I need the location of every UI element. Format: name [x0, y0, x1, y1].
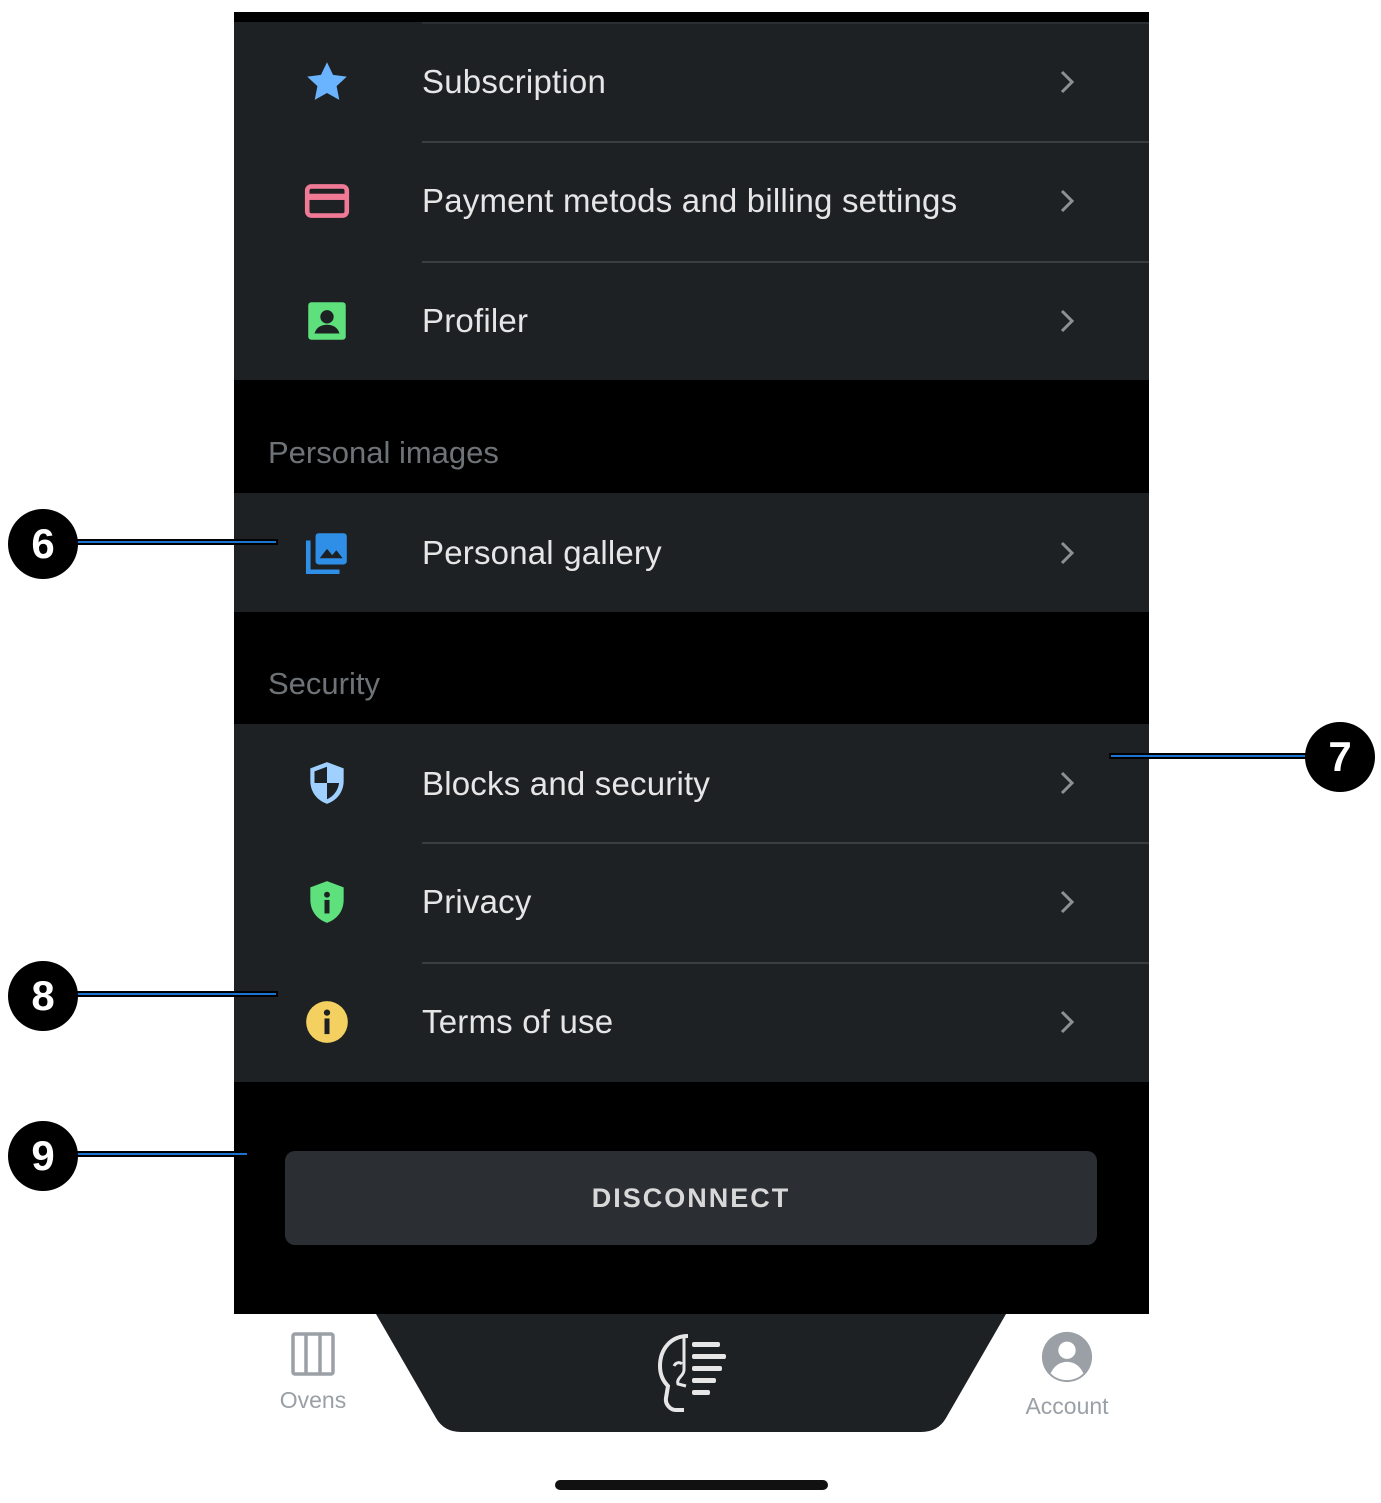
- star-icon: [302, 57, 352, 107]
- credit-card-icon: [302, 176, 352, 226]
- menu-item-label: Terms of use: [422, 1003, 614, 1040]
- menu-item-label: Payment metods and billing settings: [422, 182, 958, 219]
- security-group: Blocks and security Privacy Terms of use: [234, 724, 1149, 1082]
- menu-item-payment[interactable]: Payment metods and billing settings: [234, 141, 1149, 261]
- chevron-right-icon: [1054, 538, 1080, 568]
- shield-icon: [302, 758, 352, 808]
- tab-account[interactable]: Account: [997, 1330, 1137, 1420]
- menu-item-profiler[interactable]: Profiler: [234, 261, 1149, 381]
- chevron-right-icon: [1054, 887, 1080, 917]
- chevron-right-icon: [1054, 186, 1080, 216]
- callout-badge: 6: [8, 509, 78, 579]
- info-icon: [302, 997, 352, 1047]
- divider: [422, 261, 1149, 263]
- menu-item-personal-gallery[interactable]: Personal gallery: [234, 493, 1149, 612]
- home-indicator: [555, 1480, 828, 1490]
- chevron-right-icon: [1054, 1007, 1080, 1037]
- menu-item-label: Profiler: [422, 302, 529, 339]
- account-settings-group: Subscription Payment metods and billing …: [234, 22, 1149, 380]
- callout-badge: 8: [8, 961, 78, 1031]
- account-icon: [1039, 1330, 1095, 1384]
- menu-item-label: Personal gallery: [422, 534, 662, 571]
- tab-account-label: Account: [1025, 1393, 1109, 1419]
- account-screen: Subscription Payment metods and billing …: [234, 12, 1149, 1314]
- menu-item-privacy[interactable]: Privacy: [234, 842, 1149, 962]
- section-header-personal-images: Personal images: [268, 435, 499, 470]
- app-logo-icon: [652, 1330, 732, 1416]
- tab-ovens-label: Ovens: [279, 1387, 347, 1413]
- callout-line: [1109, 753, 1309, 759]
- callout-badge: 9: [8, 1121, 78, 1191]
- tab-ovens[interactable]: Ovens: [243, 1330, 383, 1414]
- disconnect-button[interactable]: DISCONNECT: [285, 1151, 1097, 1245]
- callout-line: [72, 539, 278, 545]
- chevron-right-icon: [1054, 306, 1080, 336]
- ovens-icon: [289, 1330, 337, 1378]
- callout-line: [72, 1151, 249, 1157]
- menu-item-label: Blocks and security: [422, 765, 711, 802]
- gallery-icon: [302, 528, 352, 578]
- bottom-tab-bar: Ovens Account: [234, 1314, 1149, 1434]
- callout-line: [72, 991, 278, 997]
- personal-images-group: Personal gallery: [234, 493, 1149, 612]
- profile-badge-icon: [302, 296, 352, 346]
- menu-item-subscription[interactable]: Subscription: [234, 22, 1149, 141]
- chevron-right-icon: [1054, 67, 1080, 97]
- menu-item-label: Subscription: [422, 63, 606, 100]
- privacy-shield-icon: [302, 877, 352, 927]
- menu-item-label: Privacy: [422, 883, 532, 920]
- section-header-security: Security: [268, 666, 380, 701]
- chevron-right-icon: [1054, 768, 1080, 798]
- callout-badge: 7: [1305, 722, 1375, 792]
- menu-item-blocks-and-security[interactable]: Blocks and security: [234, 724, 1149, 842]
- menu-item-terms-of-use[interactable]: Terms of use: [234, 962, 1149, 1082]
